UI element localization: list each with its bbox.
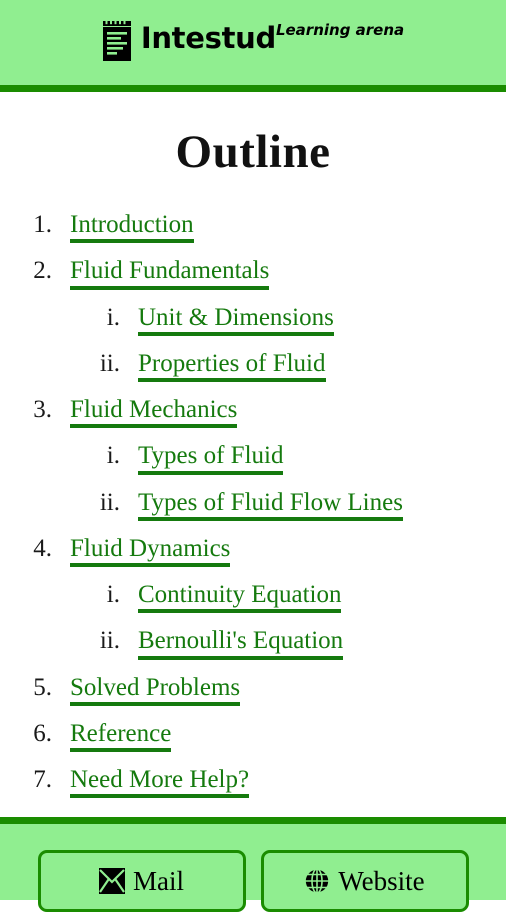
outline-item-marker: i.	[106, 581, 120, 608]
header-divider	[0, 85, 506, 92]
outline-list: 1. Introduction 2. Fluid Fundamentals i. Unit…	[0, 211, 506, 799]
outline-item-link[interactable]: Fluid Mechanics	[70, 396, 238, 429]
outline-item: 3. Fluid Mechanics	[0, 396, 506, 429]
outline-item-link[interactable]: Solved Problems	[70, 674, 241, 706]
outline-item-link[interactable]: Types of Fluid	[138, 443, 284, 475]
outline-item-marker: 1.	[33, 211, 52, 238]
outline-item-link[interactable]: Need More Help?	[70, 766, 250, 799]
outline-item: 2. Fluid Fundamentals	[0, 257, 506, 290]
outline-item-link[interactable]: Reference	[70, 720, 172, 752]
footer-divider	[0, 817, 506, 824]
outline-item-link[interactable]: Unit & Dimensions	[138, 304, 334, 336]
outline-item-link[interactable]: Introduction	[70, 211, 194, 244]
outline-item: 7. Need More Help?	[0, 766, 506, 799]
outline-item-link[interactable]: Bernoulli's Equation	[138, 628, 344, 660]
mail-button-label: Mail	[133, 865, 184, 896]
outline-item-marker: 6.	[33, 719, 52, 747]
mail-button[interactable]: Mail	[37, 850, 246, 912]
app-header: Intestud Learning arena	[0, 0, 506, 85]
outline-item-marker: 7.	[33, 766, 52, 793]
website-button-label: Website	[338, 865, 425, 896]
outline-item-marker: ii.	[99, 349, 120, 377]
outline-item-marker: i.	[106, 303, 120, 331]
outline-item: 5. Solved Problems	[0, 674, 506, 706]
outline-item-marker: 3.	[33, 396, 52, 423]
outline-item-marker: 2.	[33, 257, 52, 285]
page-title: Outline	[175, 126, 331, 178]
notepad-icon	[102, 21, 131, 61]
outline-item: 4. Fluid Dynamics	[0, 535, 506, 567]
app-footer: Mail Website	[0, 824, 506, 912]
outline-item-marker: i.	[106, 442, 120, 470]
outline-item: i. Unit & Dimensions	[0, 304, 506, 336]
outline-item: ii. Bernoulli's Equation	[0, 627, 506, 660]
outline-item-marker: 5.	[33, 673, 52, 701]
brand: Intestud Learning arena	[102, 18, 404, 61]
outline-item-link[interactable]: Properties of Fluid	[138, 350, 326, 382]
outline-item: i. Types of Fluid	[0, 442, 506, 475]
outline-item-link[interactable]: Types of Fluid Flow Lines	[138, 489, 403, 521]
outline-item-marker: ii.	[99, 627, 120, 655]
outline-item: 1. Introduction	[0, 211, 506, 244]
brand-tagline: Learning arena	[275, 21, 405, 39]
outline-item-link[interactable]: Fluid Fundamentals	[70, 258, 270, 290]
outline-item-marker: ii.	[99, 488, 120, 516]
envelope-icon	[99, 868, 125, 894]
outline-item: ii. Properties of Fluid	[0, 350, 506, 382]
outline-item-link[interactable]: Fluid Dynamics	[70, 535, 231, 567]
globe-icon	[304, 868, 331, 894]
outline-content: Outline 1. Introduction 2. Fluid Fundamenta…	[0, 92, 506, 817]
outline-item-marker: 4.	[33, 534, 52, 562]
outline-item-link[interactable]: Continuity Equation	[138, 581, 342, 614]
outline-item: 6. Reference	[0, 720, 506, 752]
outline-item: i. Continuity Equation	[0, 581, 506, 614]
website-button[interactable]: Website	[260, 850, 469, 912]
outline-item: ii. Types of Fluid Flow Lines	[0, 489, 506, 521]
brand-name: Intestud	[140, 21, 276, 55]
